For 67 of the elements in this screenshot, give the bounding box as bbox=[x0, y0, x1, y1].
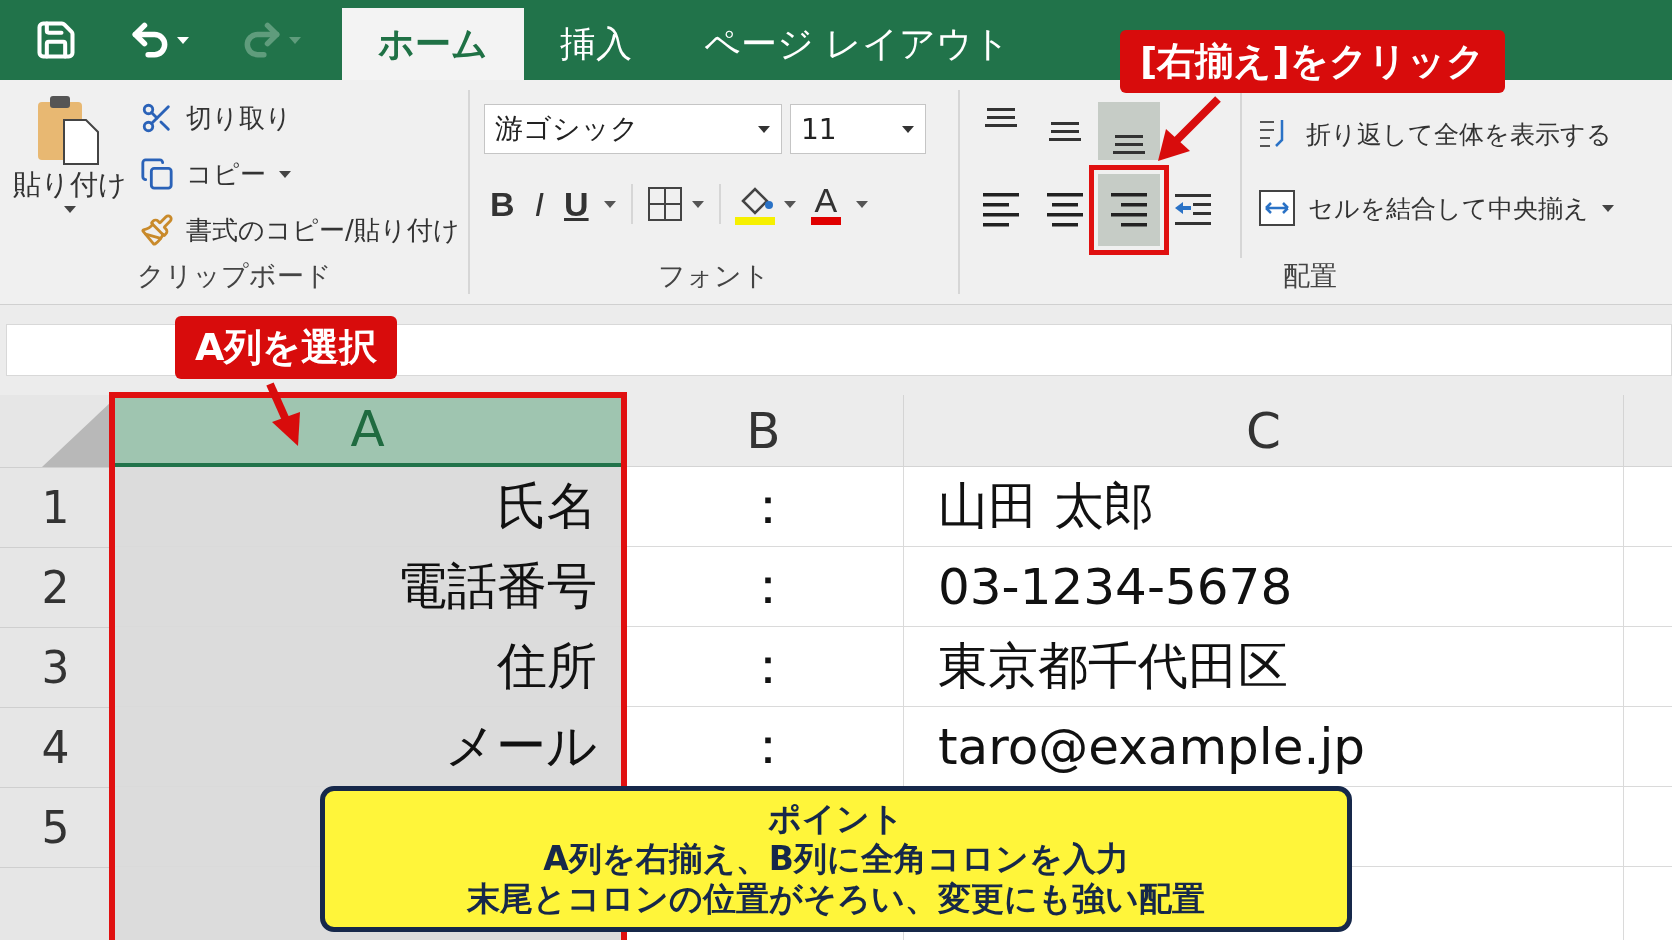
caret-icon bbox=[1601, 203, 1615, 213]
paste-button[interactable]: 貼り付け bbox=[0, 90, 140, 258]
caret-icon bbox=[176, 35, 190, 45]
caret-icon bbox=[690, 199, 705, 209]
caret-icon bbox=[288, 35, 302, 45]
copy-button[interactable]: コピー bbox=[140, 150, 460, 198]
row-header[interactable]: 3 bbox=[0, 628, 112, 708]
row-header[interactable]: 2 bbox=[0, 548, 112, 628]
select-all-corner[interactable] bbox=[42, 401, 112, 467]
right-align-icon bbox=[1109, 190, 1149, 230]
caret-icon bbox=[278, 169, 292, 179]
middle-align-icon bbox=[1049, 121, 1081, 141]
formula-bar[interactable] bbox=[6, 324, 1672, 376]
ribbon-tab[interactable]: ホーム bbox=[342, 8, 524, 80]
row-header[interactable]: 1 bbox=[0, 468, 112, 548]
note-text: 末尾とコロンの位置がそろい、変更にも強い配置 bbox=[467, 879, 1205, 919]
group-label: フォント bbox=[657, 259, 771, 293]
bottom-align-icon bbox=[1113, 135, 1145, 154]
cut-button[interactable]: 切り取り bbox=[140, 94, 460, 142]
group-label: クリップボード bbox=[135, 259, 333, 293]
ribbon-tab[interactable]: 挿入 bbox=[524, 8, 668, 80]
underline-button[interactable]: U bbox=[558, 176, 595, 232]
left-align-icon bbox=[981, 190, 1021, 230]
center-align-icon bbox=[1045, 190, 1085, 230]
font-size-dropdown[interactable]: 11 bbox=[790, 104, 926, 154]
table-cell: 山田 太郎 bbox=[904, 467, 1624, 547]
caret-icon bbox=[782, 199, 797, 209]
table-cell: 03-1234-5678 bbox=[904, 547, 1624, 627]
table-cell: ： bbox=[624, 467, 904, 547]
caret-icon bbox=[757, 124, 771, 134]
callout-label: A列を選択 bbox=[175, 316, 398, 379]
table-cell: ： bbox=[624, 627, 904, 707]
bottom-align-button[interactable] bbox=[1098, 102, 1160, 160]
column-header[interactable]: C bbox=[904, 395, 1624, 467]
caret-icon bbox=[901, 124, 915, 134]
row-header[interactable] bbox=[0, 868, 112, 940]
font-name-dropdown[interactable]: 游ゴシック bbox=[484, 104, 782, 154]
borders-icon[interactable] bbox=[646, 186, 683, 222]
save-icon[interactable] bbox=[34, 18, 78, 62]
format-button[interactable]: 書式のコピー/貼り付け bbox=[140, 206, 460, 254]
column-header[interactable]: B bbox=[624, 395, 904, 467]
row-header[interactable]: 5 bbox=[0, 788, 112, 868]
table-cell: 東京都千代田区 bbox=[904, 627, 1624, 707]
group-label: 配置 bbox=[1282, 259, 1338, 293]
caret-icon bbox=[602, 199, 617, 209]
table-cell: メール bbox=[112, 707, 624, 787]
callout-label: [右揃え]をクリック bbox=[1120, 30, 1505, 93]
ribbon-tab[interactable]: ページ レイアウト bbox=[668, 8, 1047, 80]
wrap-text-button[interactable]: 折り返して全体を表示する bbox=[1258, 110, 1615, 158]
table-cell: 電話番号 bbox=[112, 547, 624, 627]
caret-icon bbox=[855, 199, 870, 209]
font-color-button[interactable]: A bbox=[804, 176, 848, 232]
merge-center-button[interactable]: セルを結合して中央揃え bbox=[1258, 184, 1615, 232]
bold-button[interactable]: B bbox=[484, 176, 521, 232]
merge-cells-icon bbox=[1258, 189, 1296, 227]
table-cell: 住所 bbox=[112, 627, 624, 707]
top-align-icon bbox=[985, 108, 1017, 127]
note-text: A列を右揃え、B列に全角コロンを入力 bbox=[543, 839, 1129, 879]
right-align-button[interactable] bbox=[1098, 174, 1160, 246]
row-header[interactable]: 4 bbox=[0, 708, 112, 788]
caret-icon bbox=[63, 204, 77, 214]
table-cell: 氏名 bbox=[112, 467, 624, 547]
paintbrush-icon bbox=[140, 213, 174, 247]
copy-icon bbox=[140, 157, 174, 191]
table-cell: ： bbox=[624, 547, 904, 627]
note-title: ポイント bbox=[768, 799, 904, 839]
italic-button[interactable]: I bbox=[528, 176, 550, 232]
